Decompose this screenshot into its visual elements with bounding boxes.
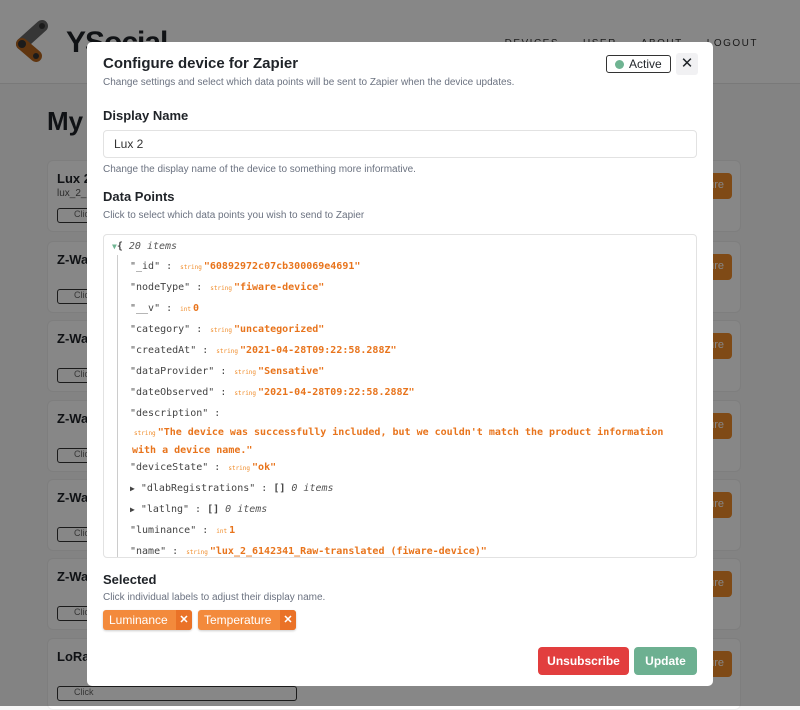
close-button[interactable]: ✕ [676, 53, 698, 75]
json-key: "deviceState" [130, 462, 209, 473]
display-name-input[interactable] [103, 130, 697, 158]
json-value: "Sensative" [258, 366, 325, 377]
json-row[interactable]: "dateObserved" : string "2021-04-28T09:22… [130, 387, 415, 398]
json-key: "dataProvider" [130, 366, 215, 377]
json-value: "2021-04-28T09:22:58.288Z" [258, 387, 415, 398]
json-key: "name" [130, 546, 167, 557]
json-key: "createdAt" [130, 345, 197, 356]
caret-right-icon: ▶ [130, 505, 135, 514]
chip-luminance[interactable]: Luminance ✕ [103, 610, 192, 630]
modal-title: Configure device for Zapier [103, 55, 299, 72]
json-row[interactable]: "__v" : int 0 [130, 303, 199, 314]
update-button[interactable]: Update [634, 647, 697, 675]
json-value: "lux_2_6142341_Raw-translated (fiware-de… [209, 546, 487, 557]
json-value: 1 [229, 525, 236, 536]
json-row[interactable]: "deviceState" : string "ok" [130, 462, 276, 473]
json-type: int [216, 528, 228, 535]
display-name-hint: Change the display name of the device to… [103, 164, 416, 175]
json-value: "2021-04-28T09:22:58.288Z" [239, 345, 397, 356]
json-root[interactable]: ▼{ 20 items [112, 241, 177, 252]
json-type: string [134, 430, 156, 437]
json-key: "_id" [130, 261, 161, 272]
json-value: "The device was successfully included, b… [132, 427, 664, 456]
selected-label: Selected [103, 572, 157, 587]
json-row[interactable]: ▶ "latlng" : [] 0 items [130, 504, 267, 515]
chip-temperature[interactable]: Temperature ✕ [198, 610, 296, 630]
json-key: "nodeType" [130, 282, 191, 293]
json-key: "latlng" [140, 504, 190, 515]
chip-label: Temperature [204, 613, 272, 627]
json-type: string [210, 327, 232, 334]
json-key: "dlabRegistrations" [140, 483, 256, 494]
json-value: 0 items [291, 483, 334, 494]
modal-subtitle: Change settings and select which data po… [103, 77, 515, 88]
json-type: string [234, 390, 257, 397]
json-value: "60892972c07cb300069e4691" [203, 261, 361, 272]
json-key: "__v" [130, 303, 161, 314]
json-row[interactable]: ▶ "dlabRegistrations" : [] 0 items [130, 483, 334, 494]
status-dot-icon [615, 60, 624, 69]
json-key: "description" [130, 408, 209, 419]
display-name-label: Display Name [103, 108, 189, 123]
json-row[interactable]: "dataProvider" : string "Sensative" [130, 366, 324, 377]
json-viewer[interactable]: ▼{ 20 items "_id" : string "60892972c07cb… [103, 234, 697, 558]
json-row[interactable]: "category" : string "uncategorized" [130, 324, 324, 335]
json-type: string [210, 285, 232, 292]
remove-icon[interactable]: ✕ [280, 610, 296, 630]
status-label: Active [629, 57, 662, 71]
json-type: [] [207, 504, 220, 515]
active-toggle[interactable]: Active [606, 55, 671, 73]
selected-hint: Click individual labels to adjust their … [103, 592, 326, 603]
json-type: string [180, 264, 202, 271]
data-points-hint: Click to select which data points you wi… [103, 210, 365, 221]
json-type: string [216, 348, 238, 355]
data-points-label: Data Points [103, 189, 175, 204]
json-type: int [180, 306, 192, 313]
json-key: "luminance" [130, 525, 197, 536]
root-count: 20 items [128, 241, 178, 252]
configure-modal: Configure device for Zapier Change setti… [87, 42, 713, 686]
json-type: string [186, 549, 208, 556]
json-key: "category" [130, 324, 191, 335]
json-row[interactable]: "createdAt" : string "2021-04-28T09:22:58… [130, 345, 397, 356]
remove-icon[interactable]: ✕ [176, 610, 192, 630]
json-type: [] [273, 483, 286, 494]
json-key: "dateObserved" [130, 387, 215, 398]
json-value: "ok" [252, 462, 277, 473]
chip-label: Luminance [109, 613, 168, 627]
json-row[interactable]: "name" : string "lux_2_6142341_Raw-transl… [130, 546, 487, 557]
json-value: "uncategorized" [233, 324, 325, 335]
json-value: "fiware-device" [233, 282, 325, 293]
json-type: string [228, 465, 251, 472]
json-row[interactable]: "_id" : string "60892972c07cb300069e4691" [130, 261, 360, 272]
caret-right-icon: ▶ [130, 484, 135, 493]
json-row[interactable]: "description" : string "The device was suc… [130, 408, 677, 459]
json-row[interactable]: "luminance" : int 1 [130, 525, 235, 536]
json-value: 0 [193, 303, 200, 314]
tree-line [117, 255, 118, 557]
json-row[interactable]: "nodeType" : string "fiware-device" [130, 282, 324, 293]
unsubscribe-button[interactable]: Unsubscribe [538, 647, 629, 675]
json-value: 0 items [225, 504, 268, 515]
json-type: string [234, 369, 257, 376]
